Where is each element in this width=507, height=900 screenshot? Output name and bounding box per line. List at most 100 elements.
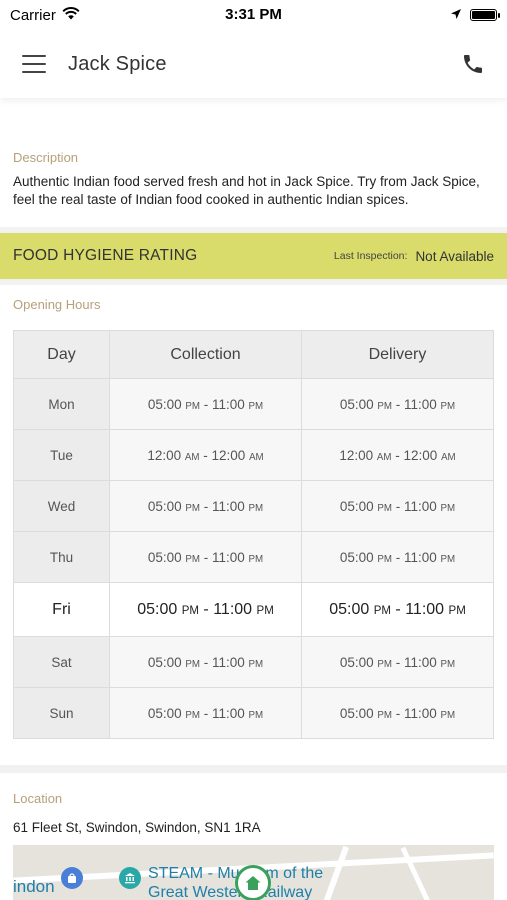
- hours-day: Fri: [13, 582, 110, 637]
- close-period: AM: [441, 451, 456, 463]
- opening-hours-label: Opening Hours: [13, 297, 101, 312]
- home-pin-icon[interactable]: [235, 865, 271, 900]
- time-separator: -: [391, 447, 404, 463]
- hamburger-menu-icon[interactable]: [22, 55, 46, 73]
- time-separator: -: [200, 549, 212, 565]
- open-time: 05:00: [147, 396, 182, 412]
- time-separator: -: [392, 498, 404, 514]
- hours-row-tue: Tue 12:00 AM - 12:00 AM 12:00 AM - 12:00 A…: [13, 429, 494, 481]
- close-period: PM: [248, 400, 264, 412]
- location-arrow-icon: [450, 7, 462, 24]
- open-period: PM: [185, 400, 200, 412]
- close-time: 11:00: [212, 654, 245, 670]
- close-time: 11:00: [404, 705, 437, 721]
- time-separator: -: [199, 447, 212, 463]
- hours-row-sun: Sun 05:00 PM - 11:00 PM 05:00 PM - 11:00 P…: [13, 687, 494, 739]
- close-period: PM: [248, 502, 264, 514]
- hours-delivery: 05:00 PM - 11:00 PM: [301, 582, 494, 637]
- close-period: PM: [440, 400, 456, 412]
- header-delivery: Delivery: [301, 330, 494, 379]
- hours-row-sat: Sat 05:00 PM - 11:00 PM 05:00 PM - 11:00 P…: [13, 636, 494, 688]
- close-period: PM: [440, 658, 456, 670]
- location-address: 61 Fleet St, Swindon, Swindon, SN1 1RA: [13, 820, 261, 835]
- open-time: 05:00: [339, 396, 374, 412]
- close-time: 11:00: [404, 654, 437, 670]
- museum-pin-icon[interactable]: [119, 867, 141, 889]
- open-period: PM: [377, 553, 392, 565]
- hours-day: Tue: [13, 429, 110, 481]
- open-time: 05:00: [339, 498, 374, 514]
- map-poi-name-line2: Great Western Railway: [148, 884, 313, 900]
- close-period: PM: [248, 658, 264, 670]
- time-separator: -: [392, 396, 404, 412]
- close-time: 11:00: [404, 396, 437, 412]
- status-bar: Carrier 3:31 PM: [0, 0, 507, 30]
- open-time: 05:00: [339, 705, 374, 721]
- map-label-town: indon: [13, 877, 55, 896]
- close-period: AM: [249, 451, 264, 463]
- battery-icon: [470, 9, 500, 21]
- open-period: PM: [181, 604, 199, 617]
- hygiene-rating-bar: FOOD HYGIENE RATING Last Inspection: Not…: [0, 233, 507, 279]
- close-time: 11:00: [212, 705, 245, 721]
- hours-collection: 05:00 PM - 11:00 PM: [109, 582, 302, 637]
- close-time: 12:00: [403, 447, 438, 463]
- carrier-label: Carrier: [10, 6, 56, 24]
- open-time: 05:00: [147, 654, 182, 670]
- open-period: PM: [377, 709, 392, 721]
- close-time: 11:00: [405, 600, 445, 618]
- close-period: PM: [440, 709, 456, 721]
- hours-collection: 05:00 PM - 11:00 PM: [109, 636, 302, 688]
- close-time: 12:00: [211, 447, 246, 463]
- opening-hours-section: Opening Hours Day Collection Delivery Mo…: [0, 285, 507, 739]
- hours-collection: 05:00 PM - 11:00 PM: [109, 531, 302, 583]
- hours-day: Thu: [13, 531, 110, 583]
- hours-row-mon: Mon 05:00 PM - 11:00 PM 05:00 PM - 11:00 P…: [13, 378, 494, 430]
- hygiene-rating-title: FOOD HYGIENE RATING: [13, 247, 198, 264]
- open-period: PM: [377, 502, 392, 514]
- time-separator: -: [200, 396, 212, 412]
- close-period: PM: [448, 604, 466, 617]
- hours-day: Wed: [13, 480, 110, 532]
- hours-collection: 05:00 PM - 11:00 PM: [109, 378, 302, 430]
- wifi-icon: [62, 6, 80, 24]
- section-divider: [0, 765, 507, 773]
- open-period: PM: [377, 400, 392, 412]
- app-bar: Jack Spice: [0, 30, 507, 98]
- shopping-pin-icon[interactable]: [61, 867, 83, 889]
- time-separator: -: [200, 654, 212, 670]
- time-separator: -: [198, 600, 214, 618]
- open-period: PM: [185, 553, 200, 565]
- phone-icon[interactable]: [459, 50, 487, 78]
- open-period: AM: [376, 451, 392, 463]
- description-label: Description: [13, 150, 79, 165]
- open-time: 12:00: [339, 447, 374, 463]
- location-map[interactable]: indon STEAM - Museum of the Great Wester…: [13, 845, 494, 900]
- close-time: 11:00: [213, 600, 253, 618]
- status-left: Carrier: [10, 7, 80, 24]
- open-period: PM: [373, 604, 391, 617]
- hours-collection: 05:00 PM - 11:00 PM: [109, 480, 302, 532]
- hours-delivery: 05:00 PM - 11:00 PM: [301, 378, 494, 430]
- open-time: 05:00: [137, 600, 178, 618]
- close-period: PM: [248, 709, 264, 721]
- hours-delivery: 05:00 PM - 11:00 PM: [301, 636, 494, 688]
- open-time: 12:00: [147, 447, 182, 463]
- hours-day: Mon: [13, 378, 110, 430]
- close-period: PM: [248, 553, 264, 565]
- close-time: 11:00: [404, 549, 437, 565]
- status-right: [450, 7, 500, 24]
- open-time: 05:00: [147, 498, 182, 514]
- close-period: PM: [440, 502, 456, 514]
- open-time: 05:00: [339, 549, 374, 565]
- close-period: PM: [256, 604, 274, 617]
- description-section: Description Authentic Indian food served…: [0, 98, 507, 209]
- open-time: 05:00: [147, 549, 182, 565]
- open-period: PM: [185, 502, 200, 514]
- hours-row-wed: Wed 05:00 PM - 11:00 PM 05:00 PM - 11:00 P…: [13, 480, 494, 532]
- location-section: Location 61 Fleet St, Swindon, Swindon, …: [0, 773, 507, 835]
- last-inspection-value: Not Available: [415, 248, 494, 264]
- open-time: 05:00: [147, 705, 182, 721]
- open-period: PM: [185, 709, 200, 721]
- description-text: Authentic Indian food served fresh and h…: [13, 174, 480, 207]
